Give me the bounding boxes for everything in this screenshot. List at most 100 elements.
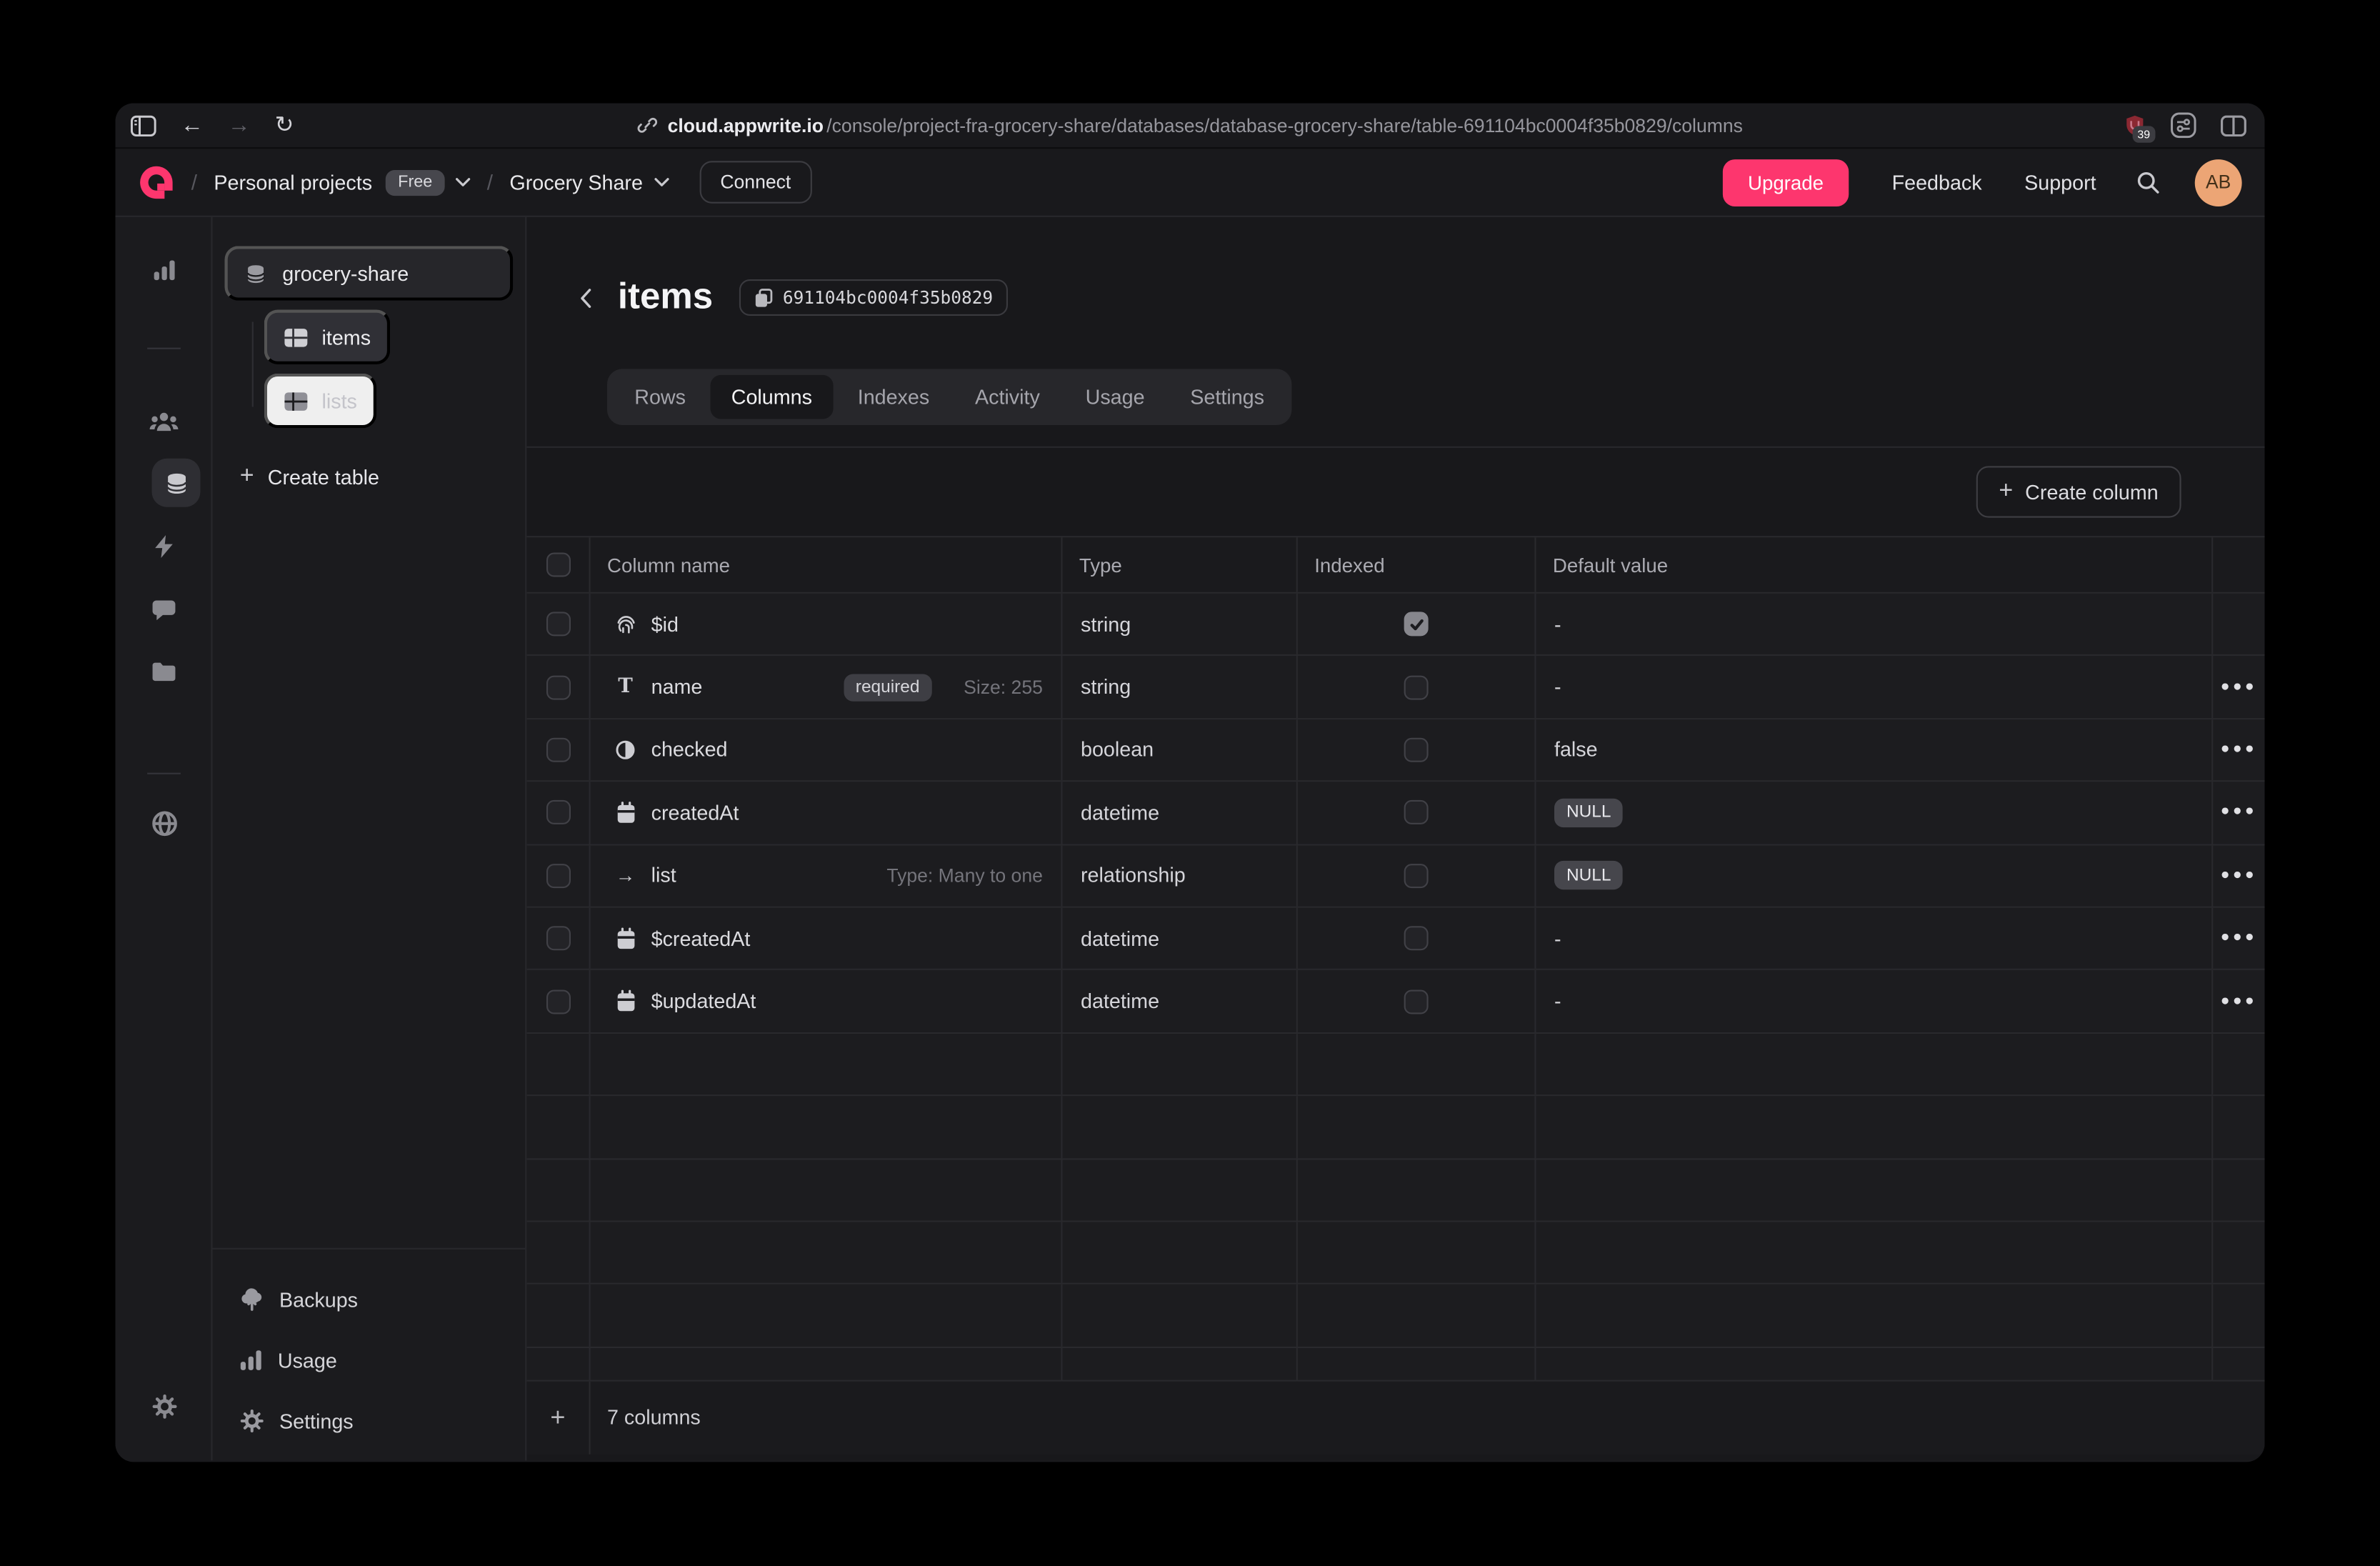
rail-auth-button[interactable]	[116, 410, 213, 434]
cloud-upload-icon	[240, 1287, 264, 1312]
extensions-settings-button[interactable]	[2171, 112, 2196, 138]
calendar-icon	[614, 990, 638, 1013]
table-footer: + 7 columns	[526, 1381, 2264, 1454]
table-icon	[284, 327, 308, 347]
sidebar-item-items-table[interactable]: items	[264, 310, 391, 365]
row-actions-button[interactable]: ●●●	[2221, 679, 2257, 694]
add-column-quick-button[interactable]: +	[550, 1405, 565, 1430]
row-actions-button[interactable]: ●●●	[2221, 805, 2257, 820]
empty-row	[526, 1034, 2264, 1097]
plus-icon: +	[240, 464, 254, 489]
indexed-checkbox[interactable]	[1404, 989, 1429, 1014]
column-type: string	[1081, 676, 1131, 699]
table-row: createdAt datetime NULL ●●●	[526, 782, 2264, 845]
row-actions-button[interactable]: ●●●	[2221, 868, 2257, 883]
split-view-button[interactable]	[2221, 114, 2246, 136]
appwrite-logo[interactable]	[138, 165, 174, 200]
adblock-extension-button[interactable]: 39	[2124, 113, 2146, 137]
chevron-down-icon	[654, 178, 669, 187]
settings-label: Settings	[279, 1410, 354, 1432]
url-bar[interactable]: cloud.appwrite.io/console/project-fra-gr…	[637, 114, 1743, 136]
default-value: -	[1554, 927, 1561, 950]
relationship-meta: Type: Many to one	[886, 865, 1043, 887]
reload-button[interactable]: ↻	[275, 114, 294, 136]
rail-functions-button[interactable]	[116, 534, 213, 559]
table-id-badge[interactable]: 691104bc0004f35b0829	[739, 279, 1008, 316]
search-button[interactable]	[2136, 169, 2161, 195]
sidebar-item-settings[interactable]: Settings	[240, 1391, 354, 1452]
tab-rows[interactable]: Rows	[614, 375, 707, 419]
row-checkbox[interactable]	[546, 612, 570, 637]
forward-button[interactable]: →	[228, 114, 251, 136]
indexed-checkbox[interactable]	[1404, 864, 1429, 888]
database-sidebar: grocery-share items lists	[213, 217, 527, 1460]
folder-icon	[152, 662, 176, 682]
column-header-name: Column name	[591, 554, 730, 577]
create-column-button[interactable]: + Create column	[1976, 466, 2181, 517]
rail-network-button[interactable]	[116, 811, 213, 837]
tab-settings[interactable]: Settings	[1169, 375, 1286, 419]
page-title: items	[618, 276, 713, 319]
back-button[interactable]: ←	[181, 114, 204, 136]
rail-storage-button[interactable]	[116, 662, 213, 682]
feedback-link[interactable]: Feedback	[1892, 171, 1982, 194]
sidebar-toggle-button[interactable]	[131, 114, 156, 136]
tab-columns[interactable]: Columns	[710, 375, 834, 419]
indexed-checkbox[interactable]	[1404, 801, 1429, 825]
row-checkbox[interactable]	[546, 675, 570, 699]
indexed-checkbox[interactable]	[1404, 675, 1429, 699]
plus-icon: +	[1999, 480, 2013, 504]
avatar[interactable]: AB	[2195, 159, 2242, 206]
rail-overview-button[interactable]	[116, 259, 213, 281]
desktop-background: ← → ↻ cloud.appwrite.io/console/project-…	[0, 0, 2380, 1566]
row-checkbox[interactable]	[546, 989, 570, 1014]
indexed-checkbox-checked[interactable]	[1404, 612, 1429, 637]
row-checkbox[interactable]	[546, 801, 570, 825]
table-name: lists	[322, 389, 357, 412]
create-table-button[interactable]: + Create table	[240, 464, 379, 489]
row-actions-button[interactable]: ●●●	[2221, 742, 2257, 757]
support-link[interactable]: Support	[2024, 171, 2096, 194]
sidebar-item-backups[interactable]: Backups	[240, 1270, 358, 1330]
row-checkbox[interactable]	[546, 738, 570, 762]
app-body: grocery-share items lists	[116, 217, 2265, 1460]
rail-messaging-button[interactable]	[116, 599, 213, 621]
row-checkbox[interactable]	[546, 927, 570, 951]
row-actions-button[interactable]: ●●●	[2221, 931, 2257, 946]
size-meta: Size: 255	[964, 677, 1043, 698]
indexed-checkbox[interactable]	[1404, 738, 1429, 762]
table-row: $id string -	[526, 594, 2264, 657]
back-button[interactable]	[574, 281, 598, 314]
breadcrumb-project[interactable]: Personal projects Free	[214, 169, 470, 195]
column-type: boolean	[1081, 739, 1154, 762]
adblock-badge: 39	[2132, 125, 2156, 141]
fingerprint-icon	[614, 613, 638, 636]
database-icon	[163, 470, 189, 496]
gear-icon	[151, 1394, 176, 1420]
select-all-checkbox[interactable]	[546, 553, 570, 577]
row-checkbox[interactable]	[546, 864, 570, 888]
bar-chart-icon	[240, 1350, 263, 1371]
column-type: datetime	[1081, 927, 1159, 950]
tab-indexes[interactable]: Indexes	[836, 375, 951, 419]
sidebar-database-item[interactable]: grocery-share	[225, 246, 514, 301]
column-type: relationship	[1081, 864, 1186, 887]
connect-button[interactable]: Connect	[699, 161, 812, 204]
row-actions-button[interactable]: ●●●	[2221, 994, 2257, 1009]
column-header-default: Default value	[1536, 554, 1669, 577]
rail-databases-button[interactable]	[152, 459, 201, 507]
column-name: checked	[651, 739, 728, 762]
breadcrumb-app[interactable]: Grocery Share	[509, 171, 669, 194]
tab-usage[interactable]: Usage	[1064, 375, 1166, 419]
indexed-checkbox[interactable]	[1404, 927, 1429, 951]
null-badge: NULL	[1554, 861, 1623, 889]
default-value: false	[1554, 739, 1598, 762]
bar-chart-icon	[153, 259, 176, 281]
sidebar-item-lists-table[interactable]: lists	[264, 374, 377, 429]
chevron-down-icon	[455, 178, 470, 187]
upgrade-button[interactable]: Upgrade	[1722, 159, 1849, 206]
table-header-row: Column name Type Indexed Default value	[526, 536, 2264, 594]
sidebar-item-usage[interactable]: Usage	[240, 1330, 337, 1391]
rail-settings-button[interactable]	[116, 1394, 213, 1420]
tab-activity[interactable]: Activity	[954, 375, 1061, 419]
